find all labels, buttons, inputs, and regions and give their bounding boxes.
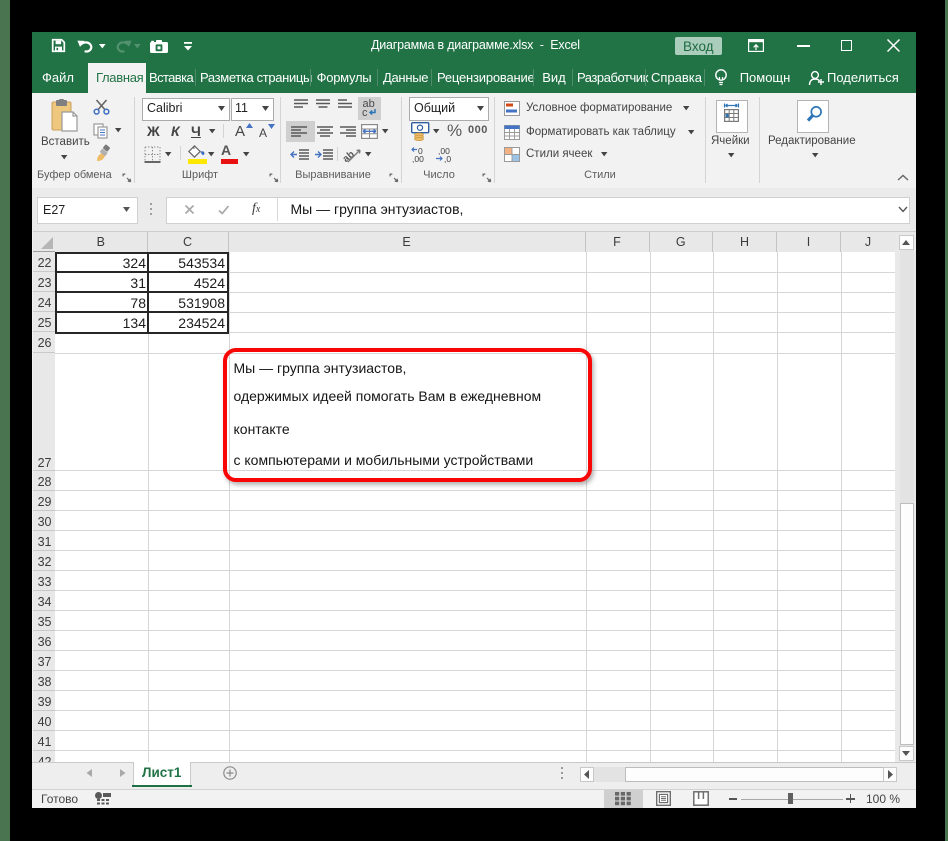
svg-text:ab: ab <box>341 149 357 165</box>
svg-text:,0: ,0 <box>444 154 451 164</box>
svg-text:,00: ,00 <box>412 154 424 164</box>
